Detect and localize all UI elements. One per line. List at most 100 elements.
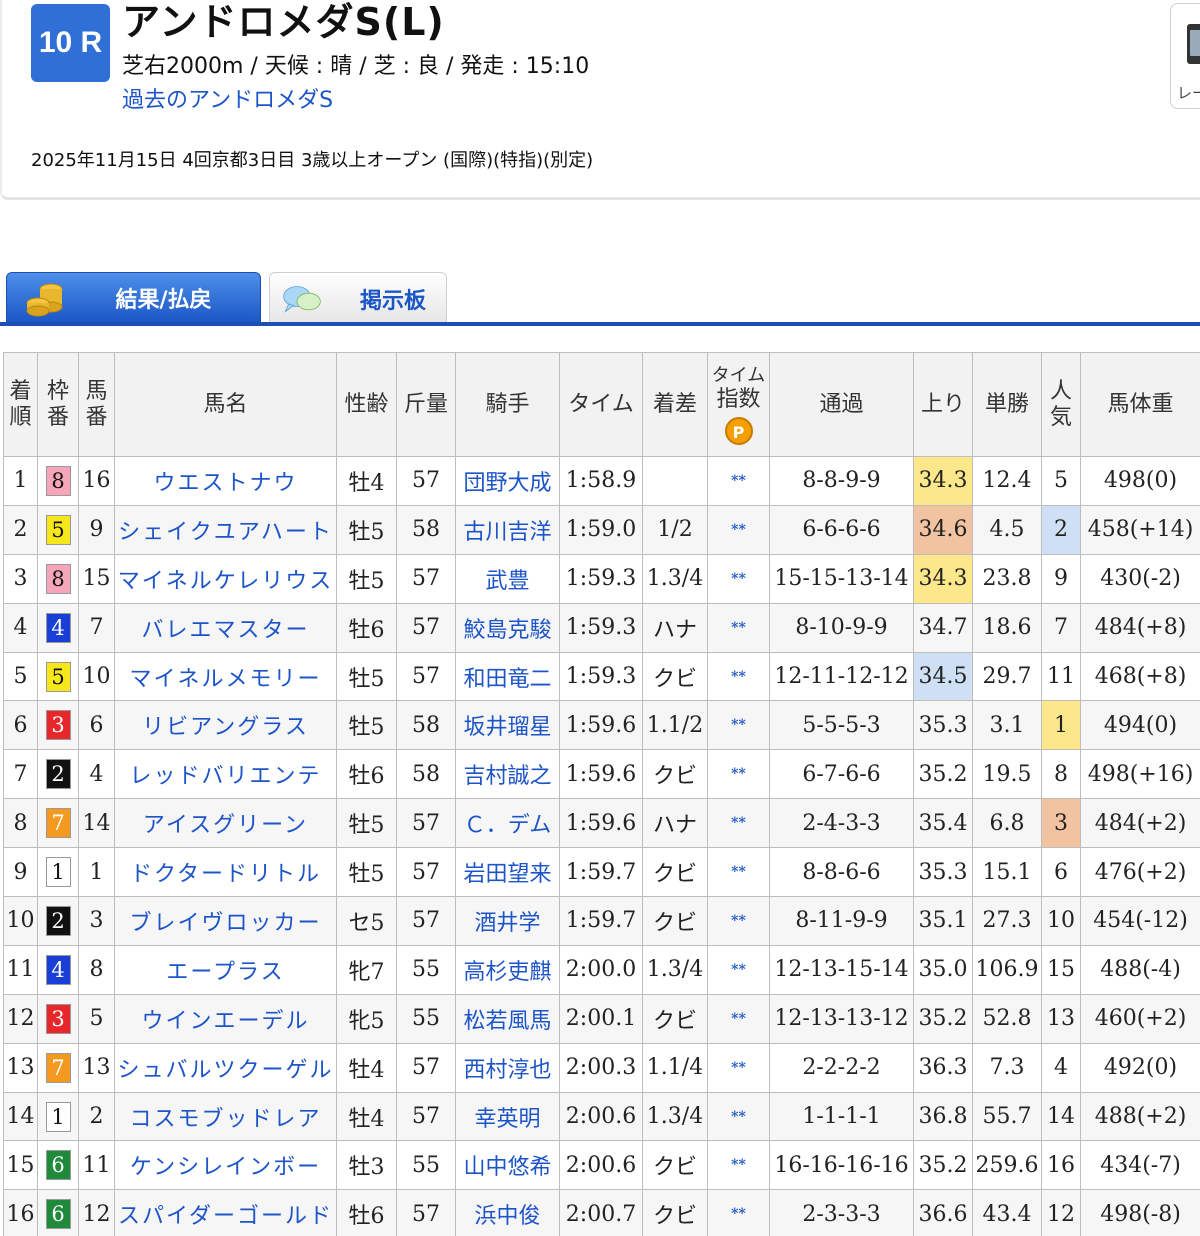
cell-body-weight: 498(0) [1080,456,1200,506]
cell-odds: 55.7 [972,1091,1042,1142]
jockey-link[interactable]: 岩田望来 [455,847,560,898]
cell-waku: 4 [37,602,79,653]
cell-time-index[interactable]: ** [707,944,770,995]
tab-results-payout[interactable]: 結果/払戻 [6,272,261,324]
premium-p-icon[interactable]: P [724,416,753,445]
table-row: 4 4 7 バレエマスター 牡6 57 鮫島克駿 1:59.3 ハナ ** 8-10-9-9 34.7… [3,602,1200,653]
cell-popularity: 16 [1041,1140,1081,1191]
cell-time-index[interactable]: ** [707,602,770,653]
cell-time: 2:00.0 [559,944,643,995]
cell-time-index[interactable]: ** [707,700,770,751]
time-index-top: タイム [711,364,766,386]
horse-name-link[interactable]: マイネルケレリウス [114,553,337,604]
horse-name-link[interactable]: アイスグリーン [114,798,337,849]
cell-last3f: 35.2 [913,993,973,1044]
jockey-link[interactable]: 高杉吏麒 [455,944,560,995]
waku-badge: 6 [45,1150,71,1181]
jockey-link[interactable]: 西村淳也 [455,1042,560,1093]
cell-time-index[interactable]: ** [707,456,770,506]
cell-rank: 12 [3,993,38,1044]
cell-popularity: 8 [1041,749,1081,800]
cell-waku: 2 [37,749,79,800]
horse-name-link[interactable]: スパイダーゴールド [114,1189,337,1236]
col-waku: 枠番 [37,352,79,457]
cell-sex-age: 牡5 [336,847,397,898]
jockey-link[interactable]: Ｃ．デム [455,798,560,849]
jockey-link[interactable]: 坂井瑠星 [455,700,560,751]
cell-waku: 3 [37,700,79,751]
cell-sex-age: 牡6 [336,749,397,800]
past-races-link[interactable]: 過去のアンドロメダS [122,87,333,115]
table-row: 16 6 12 スパイダーゴールド 牡6 57 浜中俊 2:00.7 クビ ** 2-3-3-3 36… [3,1189,1200,1236]
jockey-link[interactable]: 和田竜二 [455,651,560,702]
jockey-link[interactable]: 団野大成 [455,456,560,506]
horse-name-link[interactable]: レッドバリエンテ [114,749,337,800]
col-sex-age: 性齢 [336,352,397,457]
horse-name-link[interactable]: バレエマスター [114,602,337,653]
jockey-link[interactable]: 松若風馬 [455,993,560,1044]
cell-weight: 57 [396,896,456,946]
cell-weight: 55 [396,1140,456,1191]
results-table: 着順 枠番 馬番 馬名 性齢 斤量 騎手 タイム 着差 タイム 指数 P 通過 … [3,352,1200,1236]
col-body-weight: 馬体重 [1080,352,1200,457]
cell-time-index[interactable]: ** [707,847,770,898]
cell-time-index[interactable]: ** [707,1091,770,1142]
horse-name-link[interactable]: シュバルツクーゲル [114,1042,337,1093]
cell-last3f: 35.3 [913,700,973,751]
cell-time-index[interactable]: ** [707,651,770,702]
cell-passing: 6-6-6-6 [769,504,914,555]
cell-time: 1:59.6 [559,798,643,849]
cell-time-index[interactable]: ** [707,896,770,946]
cell-umaban: 7 [78,602,115,653]
cell-odds: 19.5 [972,749,1042,800]
horse-name-link[interactable]: コスモブッドレア [114,1091,337,1142]
waku-badge: 4 [45,954,71,985]
cell-body-weight: 494(0) [1080,700,1200,751]
side-widget-label: レー [1177,84,1200,102]
cell-passing: 8-8-6-6 [769,847,914,898]
cell-time-index[interactable]: ** [707,504,770,555]
smartphone-icon [1187,24,1200,64]
horse-name-link[interactable]: エープラス [114,944,337,995]
horse-name-link[interactable]: ドクタードリトル [114,847,337,898]
waku-badge: 1 [45,857,71,888]
cell-odds: 3.1 [972,700,1042,751]
col-odds: 単勝 [972,352,1042,457]
cell-time-index[interactable]: ** [707,1140,770,1191]
jockey-link[interactable]: 酒井学 [455,896,560,946]
cell-body-weight: 484(+8) [1080,602,1200,653]
horse-name-link[interactable]: マイネルメモリー [114,651,337,702]
tab-underline [0,322,1200,326]
jockey-link[interactable]: 吉村誠之 [455,749,560,800]
cell-time-index[interactable]: ** [707,993,770,1044]
waku-badge: 5 [45,661,71,692]
cell-time-index[interactable]: ** [707,1042,770,1093]
jockey-link[interactable]: 鮫島克駿 [455,602,560,653]
cell-sex-age: セ5 [336,896,397,946]
horse-name-link[interactable]: ウインエーデル [114,993,337,1044]
cell-rank: 15 [3,1140,38,1191]
horse-name-link[interactable]: リビアングラス [114,700,337,751]
cell-body-weight: 498(-8) [1080,1189,1200,1236]
cell-rank: 3 [3,553,38,604]
jockey-link[interactable]: 幸英明 [455,1091,560,1142]
cell-time-index[interactable]: ** [707,1189,770,1236]
tab-message-board[interactable]: 掲示板 [269,272,447,324]
horse-name-link[interactable]: ブレイヴロッカー [114,896,337,946]
cell-time-index[interactable]: ** [707,798,770,849]
cell-time: 1:59.6 [559,749,643,800]
horse-name-link[interactable]: シェイクユアハート [114,504,337,555]
jockey-link[interactable]: 山中悠希 [455,1140,560,1191]
jockey-link[interactable]: 浜中俊 [455,1189,560,1236]
horse-name-link[interactable]: ケンシレインボー [114,1140,337,1191]
cell-time: 2:00.7 [559,1189,643,1236]
jockey-link[interactable]: 古川吉洋 [455,504,560,555]
col-horse-name[interactable]: 馬名 [114,352,337,457]
horse-name-link[interactable]: ウエストナウ [114,456,337,506]
cell-time-index[interactable]: ** [707,749,770,800]
cell-rank: 11 [3,944,38,995]
cell-margin: 1.3/4 [642,1091,708,1142]
cell-time-index[interactable]: ** [707,553,770,604]
jockey-link[interactable]: 武豊 [455,553,560,604]
race-side-widget[interactable]: レー [1170,3,1200,109]
